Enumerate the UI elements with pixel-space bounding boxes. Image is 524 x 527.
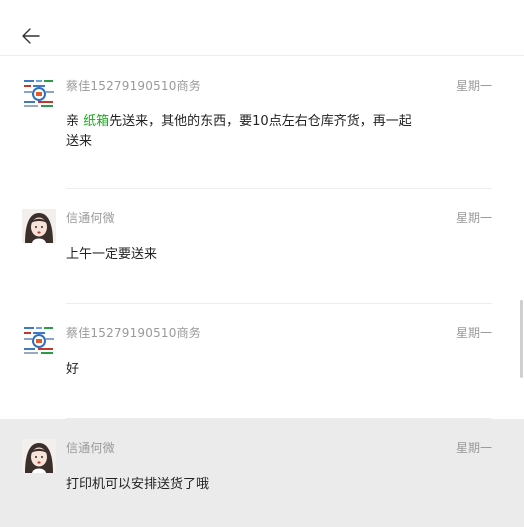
message-text-part: 先送来，其他的东西，要10点左右仓库齐货，再一起送来 xyxy=(66,114,412,149)
message-text: 打印机可以安排送货了哦 xyxy=(66,477,210,492)
message-text: 好 xyxy=(66,362,80,377)
chat-message-page: 蔡佳15279190510商务 星期一 亲 纸箱先送来，其他的东西，要10点左右… xyxy=(0,0,524,527)
scrollbar-thumb[interactable] xyxy=(520,300,523,378)
qr-code-icon xyxy=(22,77,56,111)
list-item[interactable]: 蔡佳15279190510商务 星期一 亲 纸箱先送来，其他的东西，要10点左右… xyxy=(0,56,524,189)
girl-avatar xyxy=(22,439,56,473)
message-text-part: 亲 xyxy=(66,114,84,129)
message-time: 星期一 xyxy=(455,326,492,340)
avatar xyxy=(22,209,56,243)
message-time: 星期一 xyxy=(455,211,492,225)
top-bar xyxy=(0,0,524,56)
avatar xyxy=(22,439,56,473)
back-button[interactable] xyxy=(14,20,48,52)
avatar xyxy=(22,77,56,111)
contact-name: 蔡佳15279190510商务 xyxy=(66,79,201,93)
message-time: 星期一 xyxy=(455,79,492,93)
girl-avatar xyxy=(22,209,56,243)
qr-code-icon xyxy=(22,324,56,358)
list-item-active[interactable]: 信通何微 星期一 打印机可以安排送货了哦 xyxy=(0,419,524,527)
list-item[interactable]: 蔡佳15279190510商务 星期一 好 xyxy=(0,304,524,419)
contact-name: 信通何微 xyxy=(66,441,115,455)
arrow-left-icon xyxy=(22,28,40,44)
message-text: 上午一定要送来 xyxy=(66,247,158,262)
contact-name: 蔡佳15279190510商务 xyxy=(66,326,201,340)
avatar xyxy=(22,324,56,358)
message-text: 亲 纸箱先送来，其他的东西，要10点左右仓库齐货，再一起送来 xyxy=(66,112,416,152)
message-time: 星期一 xyxy=(455,441,492,455)
message-list: 蔡佳15279190510商务 星期一 亲 纸箱先送来，其他的东西，要10点左右… xyxy=(0,56,524,527)
contact-name: 信通何微 xyxy=(66,211,115,225)
list-item[interactable]: 信通何微 星期一 上午一定要送来 xyxy=(0,189,524,304)
highlight-keyword[interactable]: 纸箱 xyxy=(83,114,109,129)
